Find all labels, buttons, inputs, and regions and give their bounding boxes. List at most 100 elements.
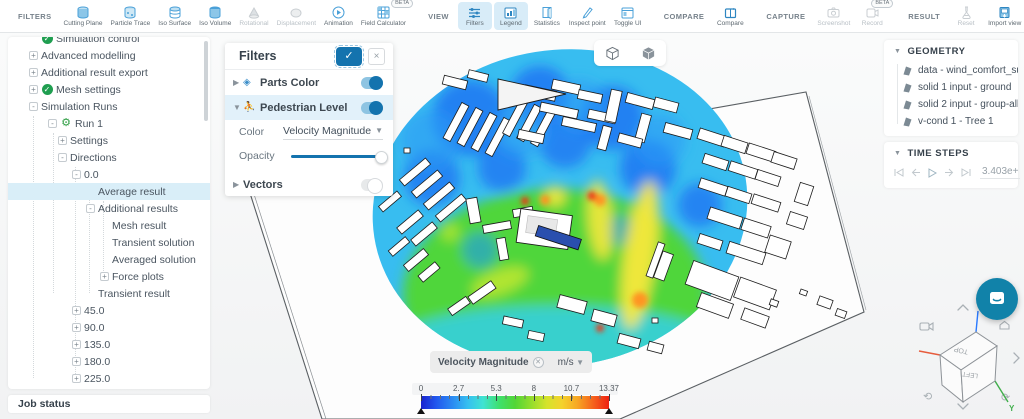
beta-badge: BETA [391,0,413,8]
expand-icon[interactable]: + [72,374,81,383]
filters-button[interactable]: Filters [458,2,492,30]
step-forward-icon[interactable] [944,168,954,177]
pedestrian-level-toggle[interactable] [361,102,383,114]
expand-icon[interactable]: + [29,51,38,60]
remove-field-icon[interactable]: ✕ [533,357,544,368]
tree-item-directions[interactable]: -Directions [8,149,210,166]
expand-icon[interactable]: + [72,340,81,349]
geometry-item-label: data - wind_comfort_su... [918,65,1018,76]
tree-item-0-0[interactable]: -0.0 [8,166,210,183]
toolbar-item-label: Legend [500,20,522,27]
view-mode-switcher [594,40,666,66]
tree-item-additional-results[interactable]: -Additional results [8,200,210,217]
tree-item-settings[interactable]: +Settings [8,132,210,149]
time-steps-header[interactable]: ▼ TIME STEPS [884,142,1018,164]
inspect-point-button[interactable]: Inspect point [566,2,609,30]
chevron-right-icon[interactable]: ▶ [233,180,243,189]
geometry-item[interactable]: v-cond 1 - Tree 1 [884,113,1018,130]
collapse-icon[interactable]: - [58,153,67,162]
tree-item-transient-solution[interactable]: Transient solution [8,234,210,251]
skip-to-start-icon[interactable] [894,168,904,177]
legend-tick-label: 10.7 [564,384,580,393]
pedestrian-level-row[interactable]: ▼ ⛹ Pedestrian Level [225,95,393,120]
tree-item-run-1[interactable]: -⚙Run 1 [8,115,210,132]
compare-button[interactable]: Compare [713,2,747,30]
tree-item-simulation-runs[interactable]: -Simulation Runs [8,98,210,115]
iso-surface-button[interactable]: Iso Surface [155,2,194,30]
tree-item-simulation-control[interactable]: ✓Simulation control [8,37,210,47]
pedestrian-level-icon: ⛹ [243,102,256,113]
collapse-icon[interactable]: - [48,119,57,128]
tree-item-advanced-modelling[interactable]: +Advanced modelling [8,47,210,64]
tree-item-225-0[interactable]: +225.0 [8,370,210,387]
opacity-slider[interactable] [291,155,383,158]
legend-button[interactable]: Legend [494,2,528,30]
expand-icon[interactable]: + [72,323,81,332]
tree-item-45-0[interactable]: +45.0 [8,302,210,319]
tree-item-90-0[interactable]: +90.0 [8,319,210,336]
toolbar-item-label: Record [862,20,883,27]
play-icon[interactable] [928,168,937,178]
field-calculator-button[interactable]: Field CalculatorBETA [358,2,409,30]
chevron-down-icon[interactable]: ▼ [233,103,243,112]
wireframe-cube-button[interactable] [594,40,630,66]
legend-tick-label: 5.3 [491,384,502,393]
color-legend[interactable]: 02.75.3810.713.37 [412,383,618,409]
step-back-icon[interactable] [911,168,921,177]
tree-item-180-0[interactable]: +180.0 [8,353,210,370]
cutting-plane-button[interactable]: Cutting Plane [61,2,106,30]
tree-item-force-plots[interactable]: +Force plots [8,268,210,285]
tree-item-label: 0.0 [84,169,99,181]
orbit-right-icon [1014,353,1019,363]
simulation-tree-panel[interactable]: ✓Simulation control+Advanced modelling+A… [8,37,210,389]
tree-item-135-0[interactable]: +135.0 [8,336,210,353]
parts-color-row[interactable]: ▶ ◈ Parts Color [225,70,393,95]
apply-filters-button[interactable]: ✓ [336,47,362,66]
unit-select[interactable]: m/s [558,357,574,368]
tree-item-transient-result[interactable]: Transient result [8,285,210,302]
geometry-header[interactable]: ▼ GEOMETRY [884,40,1018,62]
geometry-item[interactable]: solid 2 input - group-all... [884,96,1018,113]
orbit-up-icon [958,305,968,310]
legend-max-handle[interactable] [605,408,613,414]
skip-to-end-icon[interactable] [961,168,971,177]
tree-item-average-result[interactable]: Average result [8,183,210,200]
vectors-toggle[interactable] [361,179,383,191]
parts-color-toggle[interactable] [361,77,383,89]
expand-icon[interactable]: + [72,357,81,366]
tree-scrollbar[interactable] [204,41,208,121]
toggle-ui-button[interactable]: Toggle UI [611,2,645,30]
import-view-button[interactable]: Import view [985,2,1024,30]
job-status-bar[interactable]: Job status [8,395,210,413]
tree-item-additional-result-export[interactable]: +Additional result export [8,64,210,81]
close-filters-button[interactable]: × [368,48,385,65]
statistics-button[interactable]: Statistics [530,2,564,30]
collapse-icon[interactable]: - [29,102,38,111]
toolbar-group-compare: COMPARECompare [658,0,749,32]
chevron-right-icon[interactable]: ▶ [233,78,243,87]
chat-widget-button[interactable] [976,278,1018,320]
expand-icon[interactable]: + [72,306,81,315]
geometry-item[interactable]: solid 1 input - ground [884,79,1018,96]
tree-item-averaged-solution[interactable]: Averaged solution [8,251,210,268]
tree-item-mesh-result[interactable]: Mesh result [8,217,210,234]
legend-min-handle[interactable] [417,408,425,414]
collapse-icon[interactable]: - [72,170,81,179]
expand-icon[interactable]: + [58,136,67,145]
particle-trace-button[interactable]: Particle Trace [108,2,154,30]
expand-icon[interactable]: + [29,68,38,77]
field-name: Velocity Magnitude [438,357,529,368]
active-field-pill[interactable]: Velocity Magnitude ✕ m/s ▼ [430,351,592,373]
geometry-item[interactable]: data - wind_comfort_su... [884,62,1018,79]
solid-cube-button[interactable] [630,40,666,66]
iso-volume-button[interactable]: Iso Volume [196,2,234,30]
tree-item-mesh-settings[interactable]: +✓Mesh settings [8,81,210,98]
color-select[interactable]: Velocity Magnitude ▼ [283,125,383,140]
time-step-value[interactable]: 3.403e+ [980,166,1020,179]
toolbar-group-label: VIEW [428,12,449,21]
animation-button[interactable]: Animation [321,2,356,30]
legend-tick-label: 0 [419,384,423,393]
expand-icon[interactable]: + [100,272,109,281]
collapse-icon[interactable]: - [86,204,95,213]
expand-icon[interactable]: + [29,85,38,94]
